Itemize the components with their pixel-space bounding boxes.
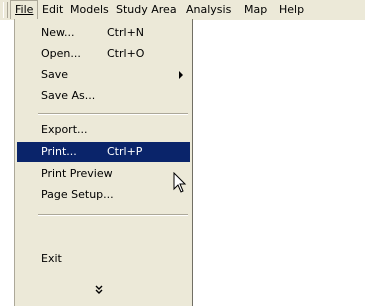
menu-file[interactable]: File [10,0,39,19]
menu-study-area[interactable]: Study Area [112,0,181,19]
menu-item-new-label: New... [41,26,75,39]
menu-study-area-label: Study Area [116,3,177,16]
menu-item-open-label: Open... [41,47,81,60]
menu-item-export-label: Export... [41,123,88,136]
menu-item-print-shortcut: Ctrl+P [107,145,143,158]
menu-analysis[interactable]: Analysis [182,0,235,19]
menu-map[interactable]: Map [240,0,271,19]
menu-item-open-shortcut: Ctrl+O [107,47,145,60]
double-chevron-down-icon[interactable] [89,284,109,298]
menu-edit[interactable]: Edit [38,0,67,19]
menu-bar: File Edit Models Study Area Analysis Map… [0,0,365,20]
menu-item-page-setup-label: Page Setup... [41,188,114,201]
menu-item-new[interactable]: New... Ctrl+N [17,23,190,43]
menu-item-save-as-label: Save As... [41,89,96,102]
menu-item-print-preview-label: Print Preview [41,167,113,180]
menu-item-save-label: Save [41,68,69,81]
menu-item-page-setup[interactable]: Page Setup... [17,185,190,205]
menu-separator [38,113,188,115]
double-chevron-down-glyph [95,285,103,294]
menu-item-exit[interactable]: Exit [17,249,190,269]
menu-item-print[interactable]: Print... Ctrl+P [17,142,190,162]
menu-item-print-preview[interactable]: Print Preview [17,164,190,184]
menu-models-label: Models [70,3,109,16]
menu-edit-label: Edit [42,3,64,16]
file-dropdown-menu: New... Ctrl+N Open... Ctrl+O Save Save A… [14,19,193,306]
menu-item-new-shortcut: Ctrl+N [107,26,145,39]
menu-item-exit-label: Exit [41,252,62,265]
menubar-grip[interactable] [3,2,8,18]
triangle-right-icon [179,71,183,79]
menu-help-label: Help [279,3,305,16]
menu-analysis-label: Analysis [186,3,232,16]
menu-item-open[interactable]: Open... Ctrl+O [17,44,190,64]
menu-separator [38,214,188,216]
menu-models[interactable]: Models [66,0,113,19]
menu-item-save[interactable]: Save [17,65,190,85]
mouse-pointer-icon [173,172,187,193]
menu-file-label: File [15,3,34,16]
menu-help[interactable]: Help [275,0,308,19]
menu-item-export[interactable]: Export... [17,120,190,140]
menu-item-print-label: Print... [41,145,77,158]
menu-item-save-as[interactable]: Save As... [17,86,190,106]
menu-map-label: Map [244,3,268,16]
